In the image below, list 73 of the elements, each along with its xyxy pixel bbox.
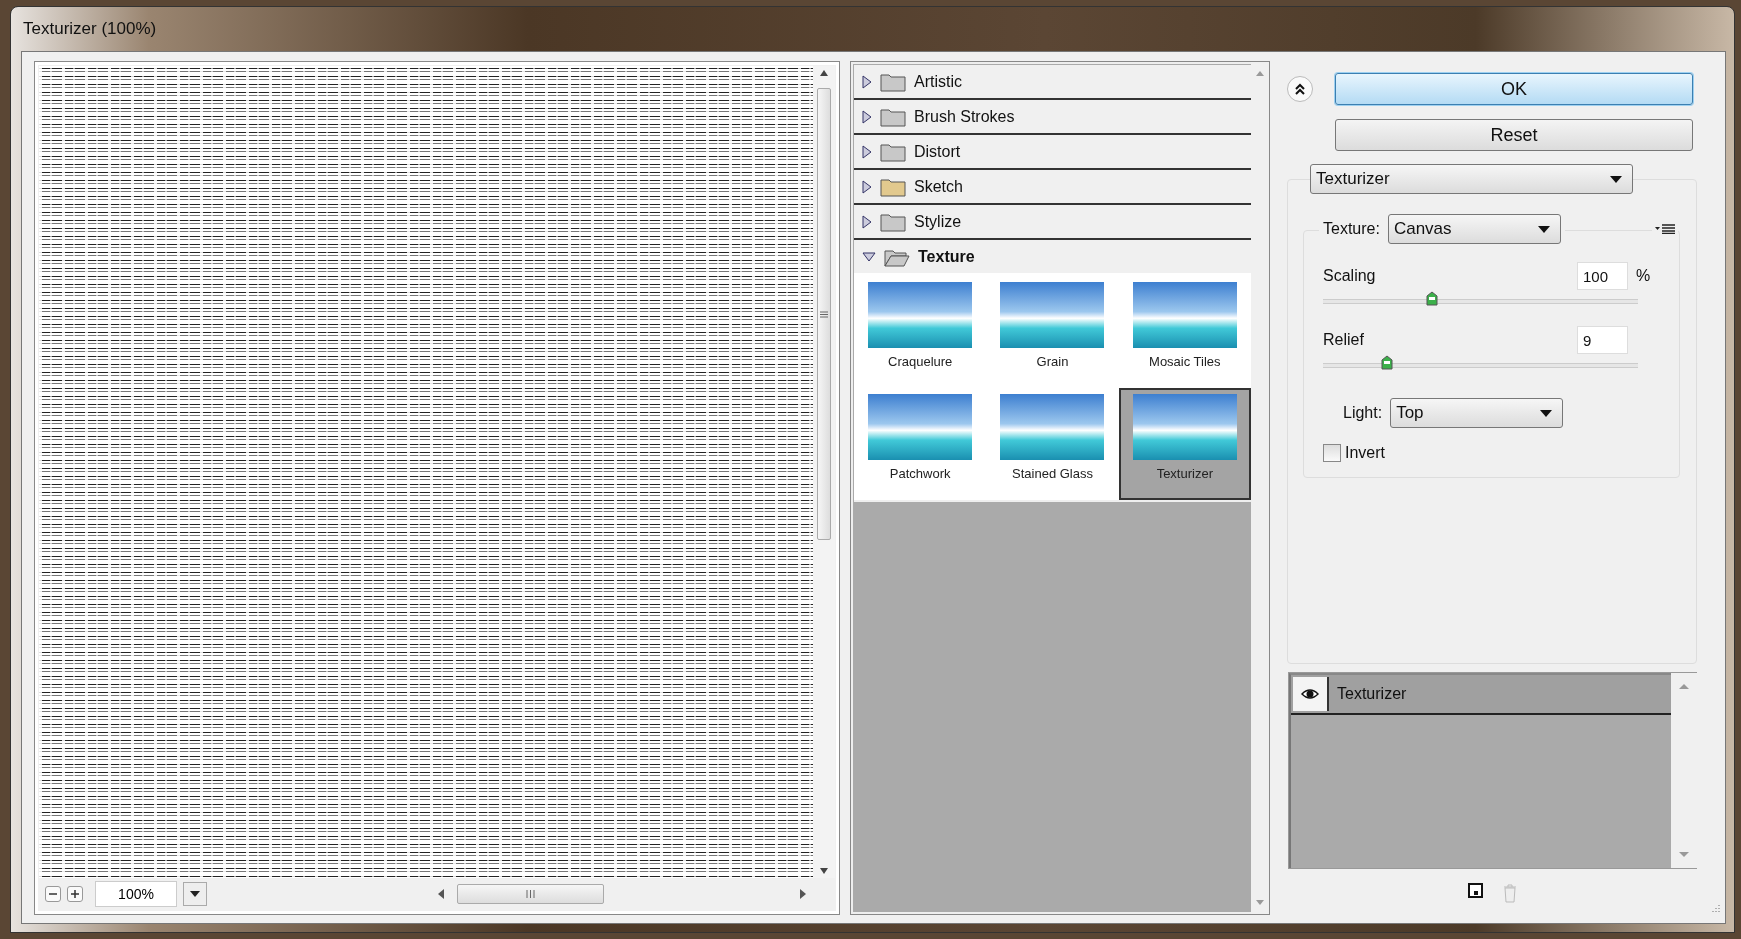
slider-label: Relief xyxy=(1323,331,1365,349)
filter-label: Craquelure xyxy=(888,354,953,369)
caret-icon xyxy=(1610,175,1622,183)
scrollbar-thumb[interactable] xyxy=(817,88,831,540)
collapse-button[interactable] xyxy=(1287,76,1313,102)
category-row[interactable]: Brush Strokes xyxy=(854,100,1251,135)
zoom-dropdown-button[interactable] xyxy=(183,882,207,906)
collapse-triangle-icon[interactable] xyxy=(862,214,872,229)
double-chevron-up-icon xyxy=(1294,83,1306,95)
collapse-triangle-icon[interactable] xyxy=(862,74,872,89)
menu-icon[interactable] xyxy=(1655,224,1675,234)
texture-select[interactable]: Canvas xyxy=(1387,214,1561,244)
visibility-toggle[interactable] xyxy=(1293,677,1329,711)
filter-thumbnail[interactable]: Stained Glass xyxy=(986,388,1119,500)
collapse-triangle-icon[interactable] xyxy=(862,144,872,159)
invert-checkbox[interactable] xyxy=(1323,444,1341,462)
category-row[interactable]: Sketch xyxy=(854,170,1251,205)
texture-label: Texture: xyxy=(1323,220,1380,238)
grip-icon xyxy=(526,890,535,898)
horizontal-scrollbar[interactable] xyxy=(437,884,807,904)
effect-layer-row[interactable]: Texturizer xyxy=(1291,675,1671,715)
resize-grip-icon[interactable] xyxy=(1711,903,1721,913)
invert-label: Invert xyxy=(1345,444,1385,462)
category-row[interactable]: Texture xyxy=(854,240,1251,273)
layer-label: Texturizer xyxy=(1337,685,1407,703)
scrollbar-thumb[interactable] xyxy=(457,884,604,904)
category-label: Artistic xyxy=(914,72,962,91)
expand-triangle-icon[interactable] xyxy=(862,251,876,262)
zoom-in-button[interactable] xyxy=(67,886,83,902)
filter-thumbnail[interactable]: Patchwork xyxy=(854,388,987,500)
collapse-triangle-icon[interactable] xyxy=(862,109,872,124)
filter-select[interactable]: Texturizer xyxy=(1310,164,1633,194)
window-title: Texturizer (100%) xyxy=(22,18,158,40)
unit-label: % xyxy=(1636,267,1652,285)
zoom-field[interactable]: 100% xyxy=(95,881,177,907)
new-layer-icon[interactable] xyxy=(1467,883,1484,899)
light-select[interactable]: Top xyxy=(1390,398,1564,428)
slider-thumb[interactable] xyxy=(1426,291,1438,306)
category-label: Stylize xyxy=(914,212,962,231)
category-label: Brush Strokes xyxy=(914,107,1015,126)
reset-button[interactable]: Reset xyxy=(1335,119,1693,151)
filter-label: Grain xyxy=(1036,354,1069,369)
filter-thumbnail[interactable]: Grain xyxy=(986,276,1119,388)
category-label: Texture xyxy=(918,247,975,266)
category-label: Distort xyxy=(914,142,961,161)
filter-thumbnail[interactable]: Texturizer xyxy=(1118,388,1251,500)
eye-icon xyxy=(1301,688,1319,700)
plus-icon xyxy=(71,890,79,898)
slider-label: Scaling xyxy=(1323,267,1377,285)
collapse-triangle-icon[interactable] xyxy=(862,179,872,194)
filter-thumbnail[interactable]: Mosaic Tiles xyxy=(1118,276,1251,388)
category-row[interactable]: Distort xyxy=(854,135,1251,170)
category-row[interactable]: Stylize xyxy=(854,205,1251,240)
minus-icon xyxy=(49,890,57,898)
scroll-right-icon[interactable] xyxy=(799,889,807,899)
zoom-out-button[interactable] xyxy=(45,886,61,902)
number-field[interactable]: 9 xyxy=(1577,326,1628,354)
caret-icon xyxy=(1540,409,1553,417)
slider-thumb[interactable] xyxy=(1380,355,1393,370)
filter-label: Stained Glass xyxy=(1012,466,1093,481)
filter-thumbnail[interactable]: Craquelure xyxy=(854,276,987,388)
caret-icon xyxy=(190,891,200,897)
caret-icon xyxy=(1537,225,1550,233)
grip-icon xyxy=(820,310,828,318)
light-label: Light: xyxy=(1343,404,1383,422)
filter-label: Patchwork xyxy=(889,466,951,481)
category-label: Sketch xyxy=(914,177,963,196)
number-field[interactable]: 100 xyxy=(1577,262,1628,290)
ok-button[interactable]: OK xyxy=(1335,73,1693,105)
filter-label: Texturizer xyxy=(1156,466,1213,481)
scroll-left-icon[interactable] xyxy=(437,889,445,899)
category-row[interactable]: Artistic xyxy=(854,65,1251,100)
filter-label: Mosaic Tiles xyxy=(1149,354,1221,369)
